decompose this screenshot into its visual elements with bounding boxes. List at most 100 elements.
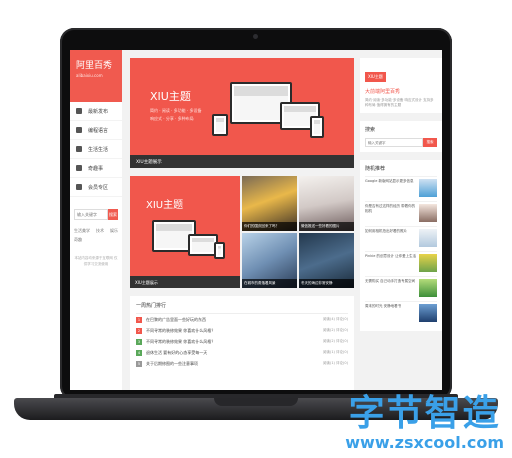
star-icon (76, 165, 82, 171)
tag-link[interactable]: 娱乐 (110, 228, 118, 234)
right-sidebar: XIU主题 大前端阿里百秀 简约·阅读·多功能·多设备 响应式设计 支持多种布局… (360, 50, 442, 331)
nav-label: 最新发布 (88, 108, 109, 115)
main-content: XIU主题 简约 · 阅读 · 多功能 · 多设备 响应式 · 分享 · 多种布… (130, 50, 354, 390)
recommend-thumbnail (419, 204, 437, 222)
recommend-item[interactable]: 周末的时光 安静地看书 (365, 301, 437, 326)
promo-desc: 简约·阅读·多功能·多设备 响应式设计 支持多种布局 值得拥有的主题 (365, 98, 434, 107)
hero-banner[interactable]: XIU主题 简约 · 阅读 · 多功能 · 多设备 响应式 · 分享 · 多种布… (130, 58, 354, 168)
recommend-title: 如何用相机拍出好看的照片 (365, 229, 407, 233)
search-bar: 搜索 (365, 138, 437, 147)
camera-icon (253, 34, 258, 39)
recommend-item[interactable]: Google 新版网站显示更多信息 (365, 176, 437, 201)
site-name: 阿里百秀 (76, 61, 113, 71)
hot-list-heading: 一周热门排行 (136, 302, 348, 314)
recommend-title: 周末的时光 安静地看书 (365, 304, 402, 308)
phone-mockup (214, 242, 225, 259)
tag-link[interactable]: 奇趣 (74, 237, 82, 243)
list-item-meta: 阅读(1) 评论(0) (322, 350, 348, 354)
tile-caption: 微信推送一些好看的图片 (299, 222, 354, 231)
recommend-thumbnail (419, 279, 437, 297)
feature-caption: XIU主题展示 (130, 276, 240, 288)
recommend-title: Google 新版网站显示更多信息 (365, 179, 414, 183)
nav-label: 奇趣事 (88, 165, 104, 172)
watermark-brand: 字节智造 (348, 393, 501, 434)
site-logo[interactable]: 阿里百秀 alibaixiu.com (70, 50, 122, 102)
sidebar-search: 搜索 (74, 209, 118, 220)
recommend-thumbnail (419, 304, 437, 322)
product-showcase: 阿里百秀 alibaixiu.com 最新发布 编程语言 生活生活 奇趣事 会员… (0, 0, 512, 458)
nav-item-code[interactable]: 编程语言 (70, 121, 122, 140)
sidebar-search-button[interactable]: 搜索 (108, 209, 118, 220)
recommend-title: Pinkie 的创意设计 让你爱上生活 (365, 254, 417, 258)
code-icon (76, 127, 82, 133)
list-item[interactable]: 2 不同寻常的装修效果 你喜欢什么风格？ 阅读(2) 评论(0) (136, 325, 348, 336)
hero-caption: XIU主题展示 (130, 155, 354, 168)
list-item[interactable]: 5 关于后期修图的一些注意事项 阅读(1) 评论(0) (136, 358, 348, 369)
recommend-item[interactable]: 无需购买 自己动手打造专属空间 (365, 276, 437, 301)
hero-line: 响应式 · 分享 · 多种布局 (150, 116, 194, 121)
hero-title: XIU主题 (150, 90, 191, 103)
recommend-title: 无需购买 自己动手打造专属空间 (365, 279, 416, 283)
sidebar-tags: 生活美学 技术 娱乐 奇趣 (74, 228, 118, 243)
rank-badge: 1 (136, 316, 142, 323)
tag-link[interactable]: 生活美学 (74, 228, 90, 234)
search-widget-heading: 搜索 (365, 127, 376, 133)
recommend-thumbnail (419, 179, 437, 197)
promo-badge: XIU主题 (365, 72, 386, 82)
thumbnail-tiles: 你们的国庆回来了吗？ 微信推送一些好看的图片 在城市的角落看风景 冬天的海边非常… (242, 176, 354, 288)
promo-widget: XIU主题 大前端阿里百秀 简约·阅读·多功能·多设备 响应式设计 支持多种布局… (360, 58, 442, 113)
nav-item-vip[interactable]: 会员专区 (70, 178, 122, 197)
watermark: 字节智造 www.zsxcool.com (345, 394, 504, 452)
list-item-meta: 阅读(2) 评论(0) (322, 328, 348, 332)
list-item-meta: 阅读(1) 评论(0) (322, 361, 348, 365)
search-button[interactable]: 搜索 (423, 138, 437, 147)
list-item-meta: 阅读(4) 评论(0) (322, 317, 348, 321)
list-item[interactable]: 3 不同寻常的装修效果 你喜欢什么风格？ 阅读(2) 评论(0) (136, 336, 348, 347)
list-item[interactable]: 1 在巴黎的广告里面一些好玩的东西 阅读(4) 评论(0) (136, 314, 348, 325)
recommend-title: 你是否有过这样的经历 带着你的相机 (365, 204, 416, 213)
search-widget: 搜索 搜索 (360, 121, 442, 152)
list-item-title: 不同寻常的装修效果 你喜欢什么风格？ (146, 338, 216, 344)
promo-title[interactable]: 大前端阿里百秀 (365, 88, 437, 95)
site-domain: alibaixiu.com (76, 73, 103, 78)
nav-item-fun[interactable]: 奇趣事 (70, 159, 122, 178)
rank-badge: 5 (136, 360, 142, 367)
hero-line: 简约 · 阅读 · 多功能 · 多设备 (150, 108, 202, 113)
nav-label: 编程语言 (88, 127, 109, 134)
thumbnail-tile[interactable]: 微信推送一些好看的图片 (299, 176, 354, 231)
website-screen: 阿里百秀 alibaixiu.com 最新发布 编程语言 生活生活 奇趣事 会员… (70, 50, 442, 390)
recommend-thumbnail (419, 254, 437, 272)
featured-grid: XIU主题 XIU主题展示 你们的国庆回来了吗？ 微信推送一些好看的图片 在城市… (130, 176, 354, 288)
recommend-widget: 随机推荐 Google 新版网站显示更多信息 你是否有过这样的经历 带着你的相机… (360, 160, 442, 331)
rank-badge: 4 (136, 349, 142, 356)
list-item-title: 不同寻常的装修效果 你喜欢什么风格？ (146, 327, 216, 333)
recommend-thumbnail (419, 229, 437, 247)
thumbnail-tile[interactable]: 在城市的角落看风景 (242, 233, 297, 288)
thumbnail-tile[interactable]: 你们的国庆回来了吗？ (242, 176, 297, 231)
tile-caption: 你们的国庆回来了吗？ (242, 222, 297, 231)
recommend-item[interactable]: Pinkie 的创意设计 让你爱上生活 (365, 251, 437, 276)
thumbnail-tile[interactable]: 冬天的海边非常安静 (299, 233, 354, 288)
list-item-title: 关于后期修图的一些注意事项 (146, 360, 198, 366)
tag-link[interactable]: 技术 (96, 228, 104, 234)
nav-item-latest[interactable]: 最新发布 (70, 102, 122, 121)
list-item-meta: 阅读(2) 评论(0) (322, 339, 348, 343)
rank-badge: 3 (136, 338, 142, 345)
recommend-item[interactable]: 你是否有过这样的经历 带着你的相机 (365, 201, 437, 226)
list-item-title: 退休生活 要有好的心态享受每一天 (146, 349, 208, 355)
tile-caption: 冬天的海边非常安静 (299, 279, 354, 288)
watermark-url: www.zsxcool.com (345, 433, 504, 452)
recommend-item[interactable]: 如何用相机拍出好看的照片 (365, 226, 437, 251)
home-icon (76, 146, 82, 152)
list-item[interactable]: 4 退休生活 要有好的心态享受每一天 阅读(1) 评论(0) (136, 347, 348, 358)
left-sidebar: 阿里百秀 alibaixiu.com 最新发布 编程语言 生活生活 奇趣事 会员… (70, 50, 122, 390)
nav-label: 生活生活 (88, 146, 109, 153)
list-icon (76, 108, 82, 114)
feature-title: XIU主题 (146, 200, 184, 211)
feature-banner[interactable]: XIU主题 XIU主题展示 (130, 176, 240, 288)
vip-icon (76, 184, 82, 190)
nav-item-life[interactable]: 生活生活 (70, 140, 122, 159)
search-input[interactable] (365, 138, 423, 147)
nav-label: 会员专区 (88, 184, 109, 191)
sidebar-search-input[interactable] (74, 209, 108, 220)
